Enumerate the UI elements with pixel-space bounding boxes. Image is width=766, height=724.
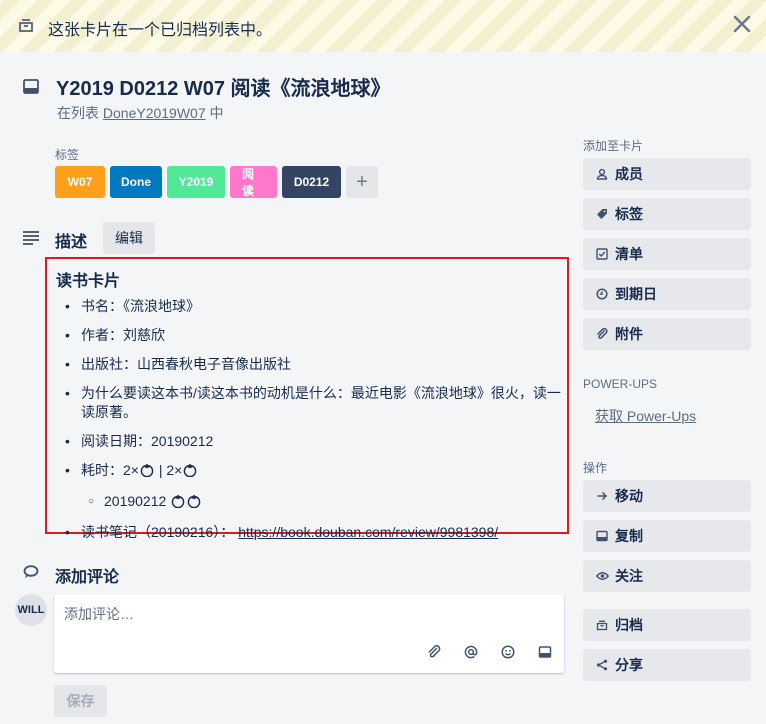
label-done[interactable]: Done — [110, 166, 162, 198]
add-to-card-heading: 添加至卡片 — [583, 139, 644, 153]
label-reading[interactable]: 阅读 — [230, 166, 277, 198]
list-item: 阅读日期：20190212 — [56, 432, 562, 451]
comment-tools — [426, 644, 552, 659]
archive-icon — [595, 618, 609, 632]
actions-heading: 操作 — [583, 461, 608, 475]
powerups-heading: POWER-UPS — [583, 377, 658, 391]
description-heading: 描述 — [55, 234, 88, 251]
close-icon[interactable] — [730, 12, 754, 36]
tomato-icon — [186, 493, 202, 513]
list-item: 为什么要读这本书/读这本书的动机是什么：最近电影《流浪地球》很火，读一读原著。 — [56, 384, 562, 422]
clock-icon — [595, 287, 609, 301]
eye-icon — [595, 569, 609, 583]
checklist-icon — [595, 247, 609, 261]
description-list: 书名：《流浪地球》 作者：刘慈欣 出版社：山西春秋电子音像出版社 为什么要读这本… — [56, 297, 562, 552]
share-button[interactable]: 分享 — [583, 649, 751, 681]
description-title: 读书卡片 — [56, 273, 121, 290]
card-list-info: 在列表 DoneY2019W07 中 — [57, 105, 224, 121]
list-item: 读书笔记（20190216）： https://book.douban.com/… — [56, 523, 562, 542]
tomato-icon — [182, 462, 198, 482]
card-attach-icon[interactable] — [537, 644, 552, 659]
comment-box — [54, 594, 564, 673]
description-content[interactable]: 读书卡片 书名：《流浪地球》 作者：刘慈欣 出版社：山西春秋电子音像出版社 为什… — [45, 257, 569, 542]
edit-description-button[interactable]: 编辑 — [103, 222, 155, 254]
labels-row: W07 Done Y2019 阅读 D0212 + — [55, 166, 378, 198]
comment-input[interactable] — [64, 602, 544, 626]
description-icon — [22, 230, 40, 246]
emoji-icon[interactable] — [500, 644, 515, 659]
label-y2019[interactable]: Y2019 — [167, 166, 225, 198]
paperclip-icon[interactable] — [426, 644, 441, 659]
comment-icon — [23, 565, 39, 579]
watch-button[interactable]: 关注 — [583, 560, 751, 592]
archive-icon — [18, 17, 34, 33]
mention-icon[interactable] — [463, 644, 478, 659]
label-d0212[interactable]: D0212 — [282, 166, 341, 198]
archived-banner: 这张卡片在一个已归档列表中。 — [0, 0, 766, 52]
add-comment-heading: 添加评论 — [55, 569, 120, 586]
label-w07[interactable]: W07 — [55, 166, 105, 198]
checklist-button[interactable]: 清单 — [583, 238, 751, 270]
paperclip-icon — [595, 327, 609, 341]
card-icon — [595, 529, 609, 543]
attachment-button[interactable]: 附件 — [583, 318, 751, 350]
list-item: 20190212 — [56, 492, 562, 513]
banner-text: 这张卡片在一个已归档列表中。 — [48, 22, 273, 39]
archive-button[interactable]: 归档 — [583, 609, 751, 641]
tomato-icon — [170, 493, 186, 513]
tomato-icon — [139, 462, 155, 482]
labels-button[interactable]: 标签 — [583, 198, 751, 230]
list-link[interactable]: DoneY2019W07 — [103, 105, 206, 121]
save-button[interactable]: 保存 — [54, 685, 107, 717]
due-date-button[interactable]: 到期日 — [583, 278, 751, 310]
tag-icon — [595, 207, 609, 221]
member-icon — [595, 167, 609, 181]
notes-link[interactable]: https://book.douban.com/review/9981398/ — [238, 524, 498, 540]
arrow-right-icon — [595, 489, 609, 503]
move-button[interactable]: 移动 — [583, 480, 751, 512]
get-powerups-link[interactable]: 获取 Power-Ups — [595, 406, 696, 426]
list-item: 出版社：山西春秋电子音像出版社 — [56, 355, 562, 374]
add-label-button[interactable]: + — [346, 166, 378, 198]
list-item: 书名：《流浪地球》 — [56, 297, 562, 316]
labels-heading: 标签 — [55, 148, 80, 162]
card-icon — [22, 78, 40, 96]
list-item: 作者：刘慈欣 — [56, 326, 562, 345]
share-icon — [595, 658, 609, 672]
card-title[interactable]: Y2019 D0212 W07 阅读《流浪地球》 — [56, 72, 391, 101]
list-item: 耗时：2× | 2× — [56, 461, 562, 482]
members-button[interactable]: 成员 — [583, 158, 751, 190]
avatar[interactable]: WILL — [15, 594, 47, 626]
copy-button[interactable]: 复制 — [583, 520, 751, 552]
